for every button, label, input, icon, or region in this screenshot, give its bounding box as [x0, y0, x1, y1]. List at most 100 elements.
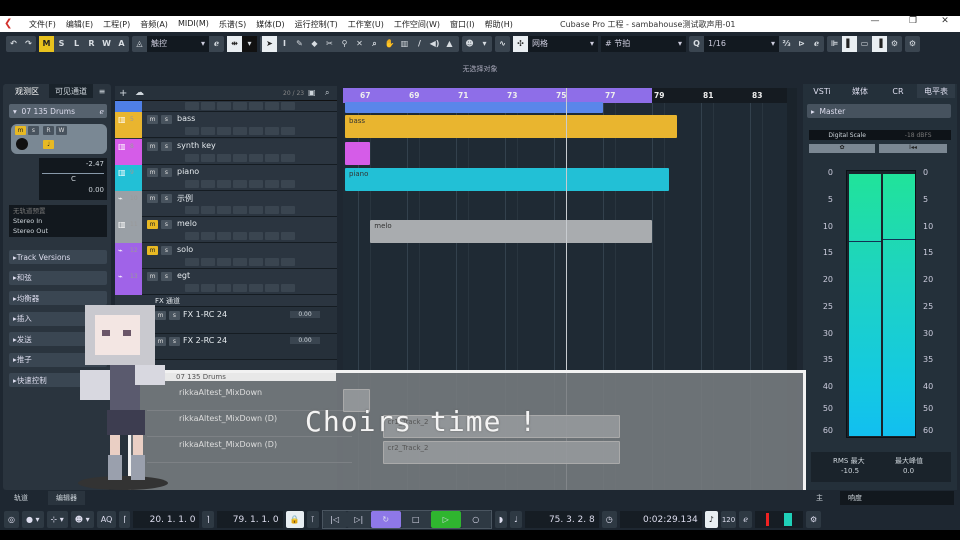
track-control-button[interactable] — [201, 180, 215, 188]
track-control-button[interactable] — [281, 102, 295, 110]
meter-reset-button[interactable]: I◂◂ — [879, 144, 947, 153]
track-control-button[interactable] — [185, 180, 199, 188]
lower-zone-icon[interactable]: ▭ — [857, 36, 872, 52]
track-control-button[interactable] — [281, 154, 295, 162]
tab-editor[interactable]: 编辑器 — [48, 491, 85, 505]
track-control-button[interactable] — [217, 154, 231, 162]
menu-item[interactable]: 乐谱(S) — [214, 19, 251, 30]
track-control-button[interactable] — [249, 284, 263, 292]
track-control-button[interactable] — [217, 284, 231, 292]
solo-button[interactable]: s — [161, 246, 172, 255]
track-name-header[interactable]: ▾ 07 135 Drums ℯ — [9, 104, 107, 118]
track-control-button[interactable] — [249, 102, 263, 110]
mode-button-m[interactable]: M — [39, 35, 54, 52]
track-control-button[interactable] — [201, 258, 215, 266]
transport-settings-icon[interactable]: ⚙ — [805, 511, 822, 528]
snap-icon[interactable]: ✣ — [513, 35, 528, 52]
track-control-button[interactable] — [281, 206, 295, 214]
cycle-button[interactable]: ↻ — [370, 511, 401, 528]
hand-tool-icon[interactable]: ✋ — [382, 36, 397, 52]
note-icon[interactable]: ♩ — [509, 511, 522, 528]
play-tool-icon[interactable]: ◀) — [427, 36, 442, 52]
restore-button[interactable]: ❐ — [898, 16, 928, 26]
metronome-icon[interactable]: ♪ — [704, 511, 718, 528]
clock-icon[interactable]: ◷ — [601, 511, 617, 528]
track-row[interactable]: ▥ 5 m s bass — [115, 112, 337, 138]
record-button[interactable]: ○ — [460, 511, 491, 528]
solo-button[interactable]: s — [169, 311, 180, 320]
track-control-button[interactable] — [249, 232, 263, 240]
quantize-apply-icon[interactable]: ⊳ — [794, 36, 809, 52]
snap-type-select[interactable]: 网格 ▾ — [528, 35, 598, 52]
right-zone-icon[interactable]: ▐ — [872, 35, 887, 52]
track-control-button[interactable] — [265, 284, 279, 292]
glue-tool-icon[interactable]: ⚲ — [337, 36, 352, 52]
track-control-button[interactable] — [217, 232, 231, 240]
punch-out-icon[interactable]: ◗ — [494, 511, 507, 528]
quantize-icon[interactable]: Q — [689, 36, 704, 52]
lock-button[interactable]: ♩ — [43, 140, 54, 149]
marker-icon[interactable]: ⊺ — [306, 511, 319, 528]
tab-visibility[interactable]: 可见通道 — [49, 84, 93, 98]
time-display[interactable]: 0:02:29.134 — [619, 511, 702, 528]
track-name[interactable]: solo — [177, 245, 193, 254]
track-control-button[interactable] — [265, 154, 279, 162]
right-locator-display[interactable]: 79. 1. 1. 0 — [216, 511, 283, 528]
write-button[interactable]: W — [56, 126, 67, 135]
track-control-button[interactable] — [233, 258, 247, 266]
eraser-tool-icon[interactable]: ◆ — [307, 36, 322, 52]
zoom-tool-icon[interactable]: ⌕ — [367, 36, 382, 52]
left-zone-icon[interactable]: ▌ — [842, 35, 857, 52]
menu-item[interactable]: 编辑(E) — [61, 19, 98, 30]
track-name[interactable]: 示例 — [177, 193, 193, 204]
track-control-button[interactable] — [233, 206, 247, 214]
menu-item[interactable]: 媒体(D) — [251, 19, 289, 30]
click-icon[interactable]: ℯ — [739, 511, 752, 528]
track-control-button[interactable] — [249, 154, 263, 162]
lock-icon[interactable]: 🔒 — [285, 511, 304, 528]
go-to-end-button[interactable]: ▷| — [346, 511, 371, 528]
transport-icon[interactable]: ☻ — [462, 36, 477, 52]
scissors-tool-icon[interactable]: ✂ — [322, 36, 337, 52]
tab-1[interactable]: 媒体 — [841, 84, 879, 98]
mute-button[interactable]: m — [147, 142, 158, 151]
mute-button[interactable]: m — [147, 115, 158, 124]
menu-item[interactable]: 工程(P) — [98, 19, 135, 30]
solo-button[interactable]: s — [161, 115, 172, 124]
grid-type-select[interactable]: # 节拍 ▾ — [601, 35, 686, 52]
pencil-tool-icon[interactable]: ✎ — [292, 36, 307, 52]
track-control-button[interactable] — [233, 102, 247, 110]
left-locator-display[interactable]: 20. 1. 1. 0 — [133, 511, 200, 528]
go-to-start-button[interactable]: |◁ — [322, 511, 347, 528]
track-row[interactable]: ▥ 9 m s piano — [115, 165, 337, 191]
track-control-button[interactable] — [201, 127, 215, 135]
tempo-display[interactable]: 120 — [720, 511, 737, 528]
menu-item[interactable]: 工作室(U) — [343, 19, 389, 30]
line-tool-icon[interactable]: / — [412, 36, 427, 52]
event-clip[interactable]: melo — [370, 220, 652, 243]
solo-button[interactable]: s — [161, 142, 172, 151]
suspend-icon[interactable]: ℯ — [209, 36, 224, 52]
volume-slider[interactable] — [42, 173, 104, 174]
event-clip[interactable]: bass — [345, 115, 677, 138]
tab-3[interactable]: 电平表 — [917, 84, 955, 98]
track-control-button[interactable] — [249, 127, 263, 135]
event-clip[interactable]: piano — [345, 168, 670, 191]
undo-icon[interactable]: ↶ — [6, 36, 21, 52]
menu-item[interactable]: 音频(A) — [135, 19, 173, 30]
inspector-section[interactable]: ▸ 和弦 — [9, 270, 107, 285]
track-visibility-icon[interactable]: ▣ — [308, 88, 316, 97]
track-control-button[interactable] — [217, 180, 231, 188]
comp-tool-icon[interactable]: ▥ — [397, 36, 412, 52]
mute-button[interactable]: m — [15, 126, 26, 135]
track-control-button[interactable] — [281, 180, 295, 188]
autoscroll-icon[interactable]: ∿ — [495, 36, 510, 52]
track-control-button[interactable] — [281, 127, 295, 135]
sync-icon[interactable]: ◎ — [4, 511, 19, 528]
track-control-button[interactable] — [201, 102, 215, 110]
input-routing[interactable]: Stereo In — [13, 216, 103, 226]
mode-button-a[interactable]: A — [114, 36, 129, 52]
drag-mode-icon[interactable]: ⇹ — [227, 35, 242, 52]
transport-dropdown[interactable]: ▾ — [477, 36, 492, 52]
swing-icon[interactable]: ⅔ — [779, 36, 794, 52]
